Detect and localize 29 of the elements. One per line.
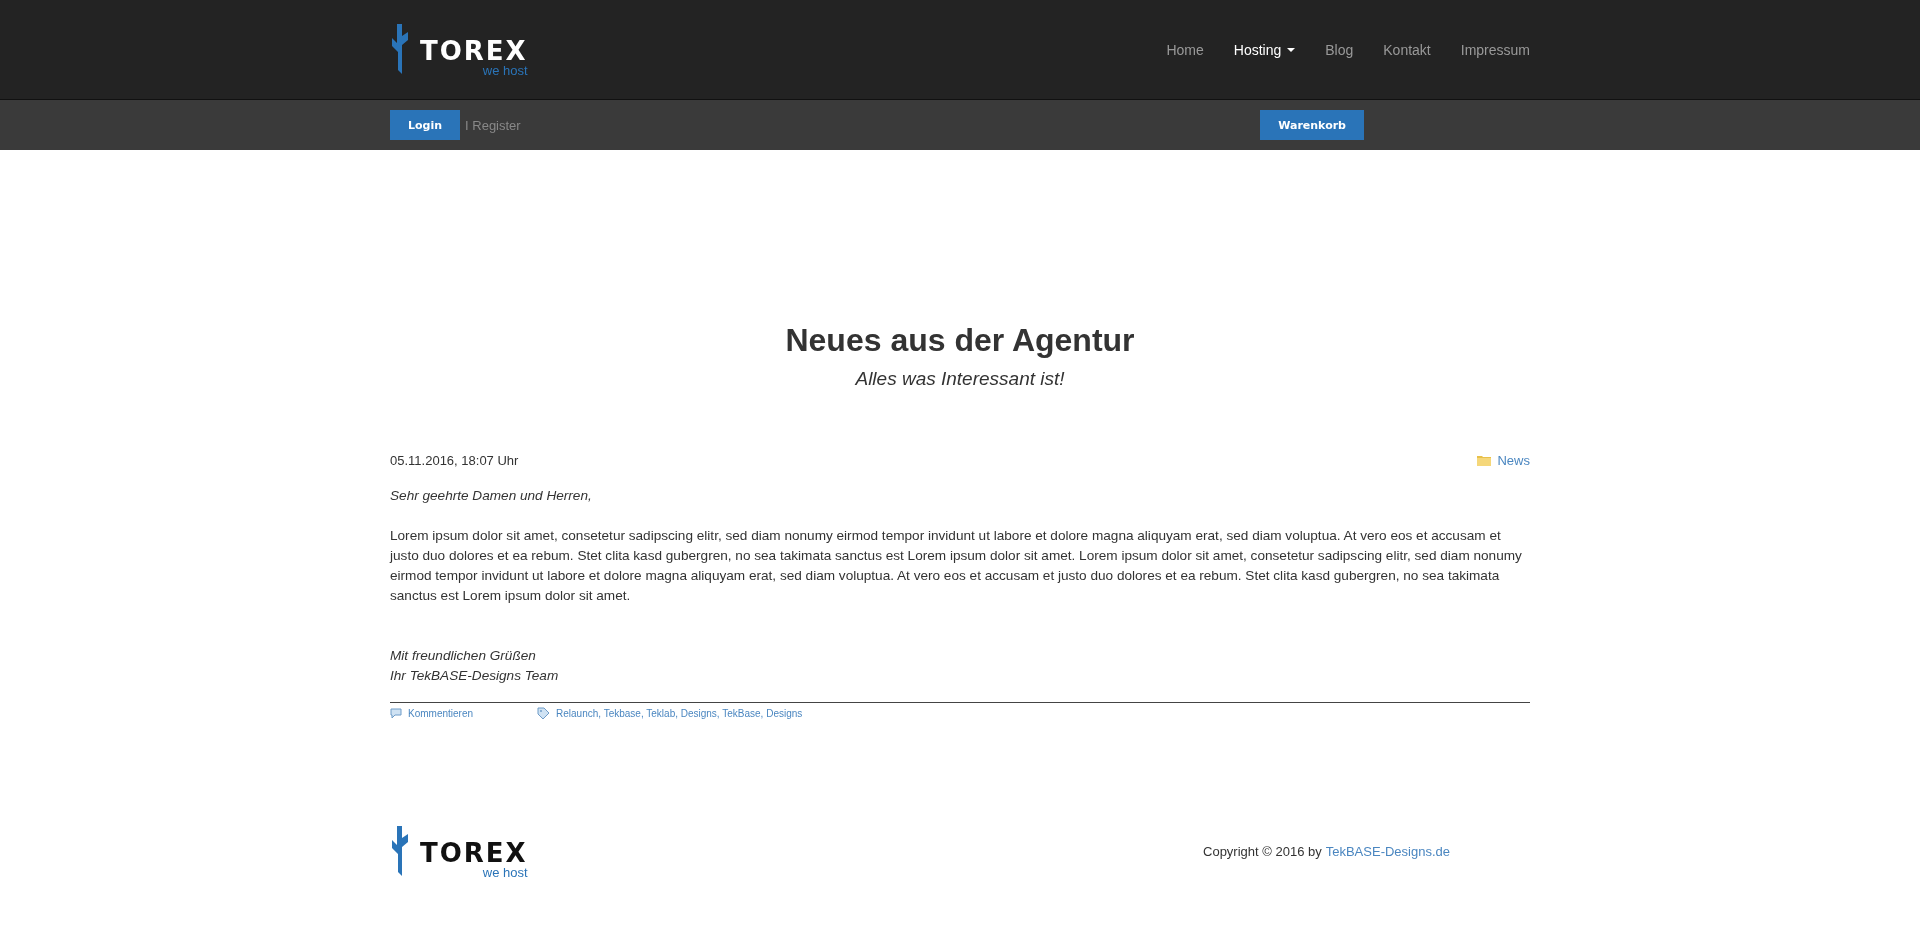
greeting-text: Sehr geehrte Damen und Herren, (390, 487, 593, 505)
nav-link[interactable]: Kontakt (1368, 41, 1446, 58)
post-body: Lorem ipsum dolor sit amet, consetetur sadipscing elitr, sed diam nonumy eirmod tempor invidunt ut labore et dolore magna aliquyam erat, sed diam voluptua. At vero eos et accusam et justo duo dolores et ea rebum. Stet clita kasd gubergren, no sea takimata sanctus est Lorem ipsum dolor sit amet. Lorem ipsum dolor sit amet, consetetur sadipscing elitr, sed diam nonumy eirmod tempor invidunt ut labore et dolore magna aliquyam erat, sed diam voluptua. At vero eos et accusam et justo duo dolores et ea rebum. Stet clita kasd gubergren, no sea takimata sanctus est Lorem ipsum dolor sit amet. (390, 527, 1523, 605)
folder-icon (1477, 455, 1492, 466)
comment-link[interactable]: Kommentieren (390, 707, 474, 720)
logo-name: TOREX (420, 840, 528, 866)
page-title: Neues aus der Agentur (784, 322, 1136, 359)
category-link[interactable]: News (1477, 453, 1530, 468)
logo-tagline: we host (482, 866, 528, 880)
logo-tagline: we host (482, 63, 528, 78)
nav-link[interactable]: Hosting (1218, 41, 1311, 58)
register-link[interactable]: I Register (465, 117, 521, 133)
closing-line: Mit freundlichen Grüßen (390, 647, 537, 665)
post-date: 05.11.2016, 18:07 Uhr (390, 453, 519, 468)
nav-link[interactable]: Home (1151, 41, 1219, 58)
page-subtitle: Alles was Interessant ist! (854, 369, 1066, 389)
logo-icon (390, 826, 410, 876)
comment-icon (390, 708, 402, 719)
logo-name: TOREX (420, 37, 528, 64)
tag-icon (537, 707, 551, 720)
logo-icon (390, 23, 410, 74)
nav-link[interactable]: Blog (1310, 41, 1369, 58)
nav-link[interactable]: Impressum (1445, 41, 1530, 58)
cart-button[interactable]: Warenkorb (1260, 110, 1364, 140)
copyright-link[interactable]: TekBASE-Designs.de (1325, 844, 1450, 859)
tags-link[interactable]: Relaunch, Tekbase, Teklab, Designs, TekBase, Designs (537, 707, 803, 720)
copyright-text: Copyright © 2016 by (1203, 844, 1322, 859)
closing-line: Ihr TekBASE-Designs Team (390, 667, 560, 685)
login-button[interactable]: Login (390, 110, 461, 140)
